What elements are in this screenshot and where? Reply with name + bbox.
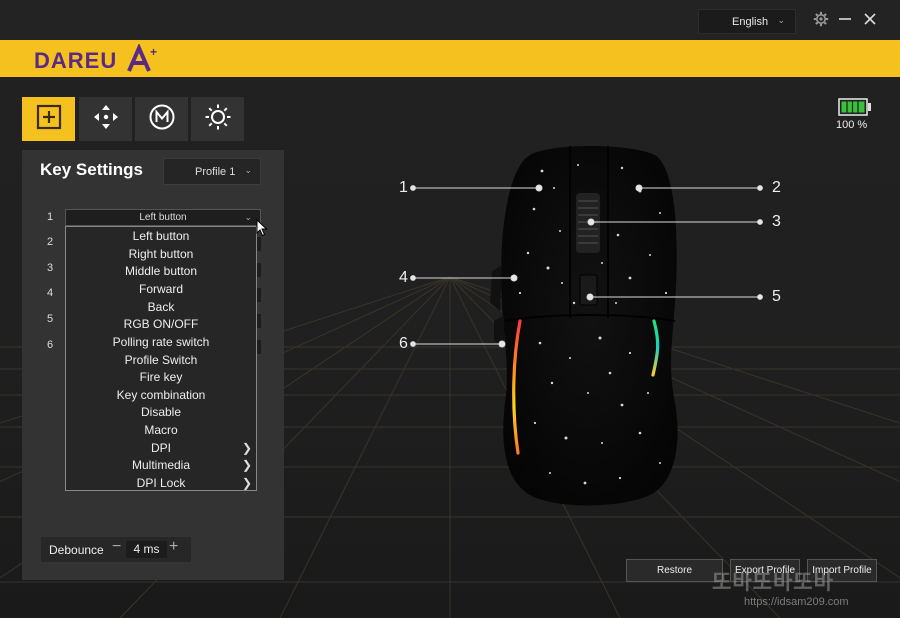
watermark-url: https://idsam209.com [744,596,849,608]
callout-label: 3 [772,213,781,230]
callout-label: 2 [772,179,781,196]
callout-label: 6 [399,335,408,352]
callout-label: 4 [399,269,408,286]
callout-label: 1 [399,179,408,196]
watermark-logo: 또바또바또바 [712,571,834,594]
callout-label: 5 [772,288,781,305]
restore-button[interactable]: Restore [626,559,723,582]
callout-lines [410,184,763,348]
